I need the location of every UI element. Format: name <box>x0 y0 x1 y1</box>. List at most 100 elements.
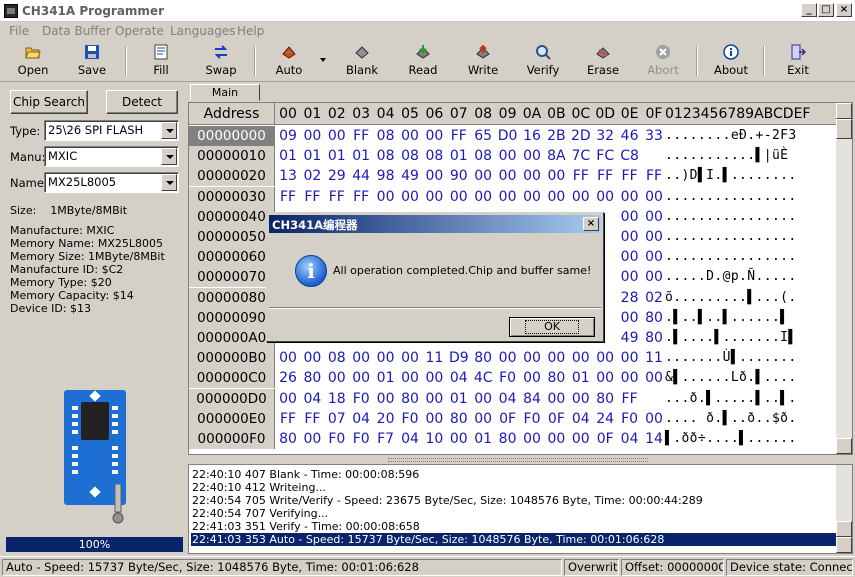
hex-byte[interactable]: 04 <box>348 409 374 429</box>
hex-byte[interactable]: 00 <box>617 207 643 227</box>
hex-byte[interactable]: 00 <box>543 348 569 368</box>
hex-byte[interactable]: 80 <box>299 368 325 388</box>
hex-byte[interactable]: 00 <box>617 267 643 287</box>
hex-byte[interactable]: 00 <box>592 368 618 388</box>
hex-byte[interactable]: 10 <box>421 429 447 449</box>
hex-byte[interactable]: 00 <box>470 187 496 207</box>
hex-byte[interactable]: 44 <box>348 166 374 186</box>
hex-byte[interactable]: 00 <box>421 409 447 429</box>
hex-byte[interactable]: 00 <box>397 126 423 146</box>
hex-byte[interactable]: 00 <box>348 348 374 368</box>
hex-row[interactable]: 000000C0 26 80 00 00 01 00 00 04 4C F0 00 80 01 00 00 00… <box>189 368 839 389</box>
hex-byte[interactable]: 00 <box>592 348 618 368</box>
hex-byte[interactable]: 02 <box>299 166 325 186</box>
hex-byte[interactable]: 01 <box>373 368 399 388</box>
hex-row[interactable]: 000000B0 00 00 08 00 00 00 11 D9 80 00 00 00 00 00 00 11… <box>189 348 839 369</box>
hex-byte[interactable]: 04 <box>495 389 521 409</box>
hex-byte[interactable]: 4C <box>470 368 496 388</box>
hex-byte[interactable]: 00 <box>446 429 472 449</box>
hex-byte[interactable]: 08 <box>324 348 350 368</box>
hex-byte[interactable]: FF <box>299 187 325 207</box>
hex-byte[interactable]: 00 <box>495 187 521 207</box>
hex-byte[interactable]: 00 <box>568 348 594 368</box>
open-button[interactable]: Open <box>5 42 61 80</box>
hex-byte[interactable]: 02 <box>641 288 667 308</box>
hex-byte[interactable]: 84 <box>519 389 545 409</box>
hex-byte[interactable]: 28 <box>617 288 643 308</box>
hex-byte[interactable]: 8A <box>543 146 569 166</box>
scroll-up-icon[interactable] <box>836 103 852 119</box>
type-select[interactable]: 25\26 SPI FLASH <box>44 120 179 141</box>
hex-byte[interactable]: 01 <box>470 429 496 449</box>
swap-button[interactable]: Swap <box>193 42 249 80</box>
hex-byte[interactable]: 80 <box>592 389 618 409</box>
hex-byte[interactable]: FF <box>324 187 350 207</box>
hex-byte[interactable]: 32 <box>592 126 618 146</box>
hex-byte[interactable]: 11 <box>641 348 667 368</box>
hex-byte[interactable]: 0F <box>592 429 618 449</box>
hex-byte[interactable]: 00 <box>324 368 350 388</box>
hex-byte[interactable]: F0 <box>397 409 423 429</box>
blank-button[interactable]: Blank <box>334 42 390 80</box>
hex-byte[interactable]: 01 <box>324 146 350 166</box>
hex-row[interactable]: 00000020 13 02 29 44 98 49 00 90 00 00 00 00 FF FF FF FF… <box>189 166 839 187</box>
hex-byte[interactable]: 04 <box>617 429 643 449</box>
verify-button[interactable]: Verify <box>515 42 571 80</box>
hex-byte[interactable]: 00 <box>641 409 667 429</box>
hex-byte[interactable]: 00 <box>641 207 667 227</box>
hex-byte[interactable]: 00 <box>543 166 569 186</box>
hex-byte[interactable]: 00 <box>617 187 643 207</box>
hex-byte[interactable]: 00 <box>543 187 569 207</box>
hex-byte[interactable]: 0F <box>543 409 569 429</box>
hex-byte[interactable]: FF <box>617 389 643 409</box>
hex-byte[interactable]: 0F <box>495 409 521 429</box>
hex-byte[interactable]: F0 <box>519 409 545 429</box>
hex-byte[interactable]: 20 <box>373 409 399 429</box>
hex-byte[interactable]: F0 <box>348 429 374 449</box>
hex-byte[interactable]: FF <box>275 409 301 429</box>
about-button[interactable]: About <box>703 42 759 80</box>
hex-byte[interactable]: 24 <box>592 409 618 429</box>
menu-operate[interactable]: Operate <box>115 24 164 38</box>
detect-button[interactable]: Detect <box>106 90 178 114</box>
hex-byte[interactable]: 04 <box>299 389 325 409</box>
hex-byte[interactable]: 00 <box>495 146 521 166</box>
menu-data-buffer[interactable]: Data Buffer <box>42 24 111 38</box>
hex-byte[interactable]: 00 <box>397 348 423 368</box>
hex-byte[interactable]: 00 <box>495 348 521 368</box>
hex-byte[interactable]: 29 <box>324 166 350 186</box>
hex-row[interactable]: 00000000 09 00 00 FF 08 00 00 FF 65 D0 16 2B 2D 32 46 33… <box>189 126 839 146</box>
chevron-down-icon[interactable] <box>161 148 177 165</box>
auto-button[interactable]: Auto <box>261 42 317 80</box>
hex-byte[interactable]: 00 <box>519 187 545 207</box>
hex-byte[interactable]: 00 <box>519 368 545 388</box>
hex-byte[interactable]: 80 <box>446 409 472 429</box>
hex-byte[interactable]: 01 <box>446 389 472 409</box>
auto-dropdown-arrow[interactable] <box>320 58 326 62</box>
hex-byte[interactable]: 00 <box>470 389 496 409</box>
hex-byte[interactable]: 00 <box>421 187 447 207</box>
hex-byte[interactable]: 00 <box>275 348 301 368</box>
read-button[interactable]: Read <box>395 42 451 80</box>
hex-byte[interactable]: 00 <box>617 348 643 368</box>
ok-button[interactable]: OK <box>509 317 595 337</box>
hex-byte[interactable]: 07 <box>324 409 350 429</box>
hex-byte[interactable]: 04 <box>397 429 423 449</box>
hex-byte[interactable]: D0 <box>495 126 521 146</box>
chip-name-select[interactable]: MX25L8005 <box>44 172 179 193</box>
scroll-down-icon[interactable] <box>836 438 852 454</box>
hex-byte[interactable]: 18 <box>324 389 350 409</box>
hex-byte[interactable]: 08 <box>373 146 399 166</box>
hex-byte[interactable]: FF <box>446 126 472 146</box>
hex-byte[interactable]: 04 <box>568 409 594 429</box>
hex-byte[interactable]: 08 <box>373 126 399 146</box>
hex-byte[interactable]: 08 <box>470 146 496 166</box>
hex-row[interactable]: 000000D0 00 04 18 F0 00 80 00 01 00 04 84 00 00 80 FF .… <box>189 388 839 409</box>
hex-byte[interactable]: 80 <box>275 429 301 449</box>
dialog-close-button[interactable]: × <box>583 217 599 231</box>
hex-byte[interactable]: 01 <box>275 146 301 166</box>
hex-byte[interactable]: 13 <box>275 166 301 186</box>
hex-byte[interactable]: 00 <box>617 227 643 247</box>
scroll-down-icon[interactable] <box>836 537 852 553</box>
hex-byte[interactable]: 01 <box>348 146 374 166</box>
